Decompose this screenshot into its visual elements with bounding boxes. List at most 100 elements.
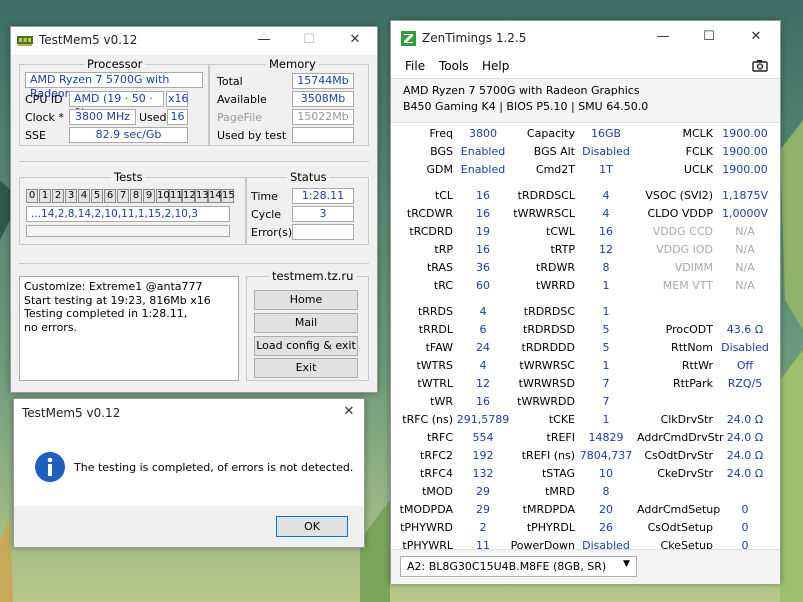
timing-label: tRDRDSD — [523, 323, 575, 336]
timing-label: Freq — [429, 127, 453, 140]
dialog-title: TestMem5 v0.12 — [22, 406, 121, 420]
timing-value: Disabled — [721, 341, 769, 354]
test-cell: 12 — [182, 189, 196, 203]
timing-label: tWRWRDD — [517, 395, 575, 408]
timing-label: tRFC (ns) — [402, 413, 453, 426]
home-button[interactable]: Home — [254, 290, 358, 310]
total-value: 15744Mb — [292, 73, 354, 89]
timing-label: tRDRDSC — [523, 305, 575, 318]
used-label: Used — [139, 111, 167, 124]
exit-button[interactable]: Exit — [254, 358, 358, 378]
timing-value: 14829 — [588, 431, 624, 444]
test-cell: 11 — [169, 189, 183, 203]
used-by-test-value — [292, 127, 354, 143]
timing-row: tRFC (ns) 291,5789 tCKE 1 ClkDrvStr 24.0 Ω — [391, 411, 780, 429]
divider — [19, 161, 369, 162]
menu-help[interactable]: Help — [482, 59, 509, 73]
board-info: B450 Gaming K4 | BIOS P5.10 | SMU 64.50.… — [403, 100, 649, 113]
timing-value: N/A — [735, 225, 755, 238]
menu-file[interactable]: File — [405, 59, 425, 73]
test-cell: 9 — [143, 189, 155, 203]
available-label: Available — [217, 93, 267, 106]
timing-label: tWTRS — [416, 359, 453, 372]
timing-value: 24.0 Ω — [726, 449, 764, 462]
timing-row: tPHYWRD 2 tPHYRDL 26 CsOdtSetup 0 — [391, 519, 780, 537]
timing-label: tRC — [433, 279, 453, 292]
timing-label: tMRD — [545, 485, 575, 498]
clock-value: 3800 MHz — [69, 109, 136, 125]
test-cell: 10 — [156, 189, 170, 203]
clock-label: Clock * — [25, 111, 64, 124]
timing-value: 1 — [602, 413, 610, 426]
test-cell: 14 — [208, 189, 222, 203]
test-cell: 6 — [104, 189, 116, 203]
log-area[interactable]: Customize: Extreme1 @anta777 Start testi… — [19, 276, 239, 381]
timing-label: tCWL — [546, 225, 575, 238]
timing-value: 1 — [602, 359, 610, 372]
timing-row: tMODPDA 29 tMRDPDA 20 AddrCmdSetup 0 — [391, 501, 780, 519]
load-config-exit-button[interactable]: Load config & exit — [254, 336, 358, 356]
timing-label: RttNom — [671, 341, 713, 354]
memory-chip-icon — [17, 36, 33, 46]
timing-value: 0 — [741, 503, 749, 516]
timing-label: tREFI — [546, 431, 575, 444]
timing-row: tRFC 554 tREFI 14829 AddrCmdDrvStr 24.0 Ω — [391, 429, 780, 447]
testmem-main-window: TestMem5 v0.12 — ☐ ✕ Processor AMD Ryzen… — [10, 26, 378, 393]
chevron-down-icon: ▼ — [623, 559, 630, 569]
cpuid-label: CPU ID — [25, 93, 63, 106]
test-cell: 1 — [39, 189, 51, 203]
close-button[interactable]: ✕ — [345, 31, 365, 49]
module-select[interactable]: A2: BL8G30C15U4B.M8FE (8GB, SR) ▼ — [400, 556, 637, 577]
module-select-value: A2: BL8G30C15U4B.M8FE (8GB, SR) — [407, 560, 607, 573]
window-title: ZenTimings 1.2.5 — [422, 31, 527, 45]
timing-value: 5 — [602, 341, 610, 354]
mail-button[interactable]: Mail — [254, 313, 358, 333]
timing-value: 43.6 Ω — [726, 323, 764, 336]
timing-label: RttPark — [672, 377, 713, 390]
timings-table: Freq 3800 Capacity 16GB MCLK 1900.00 BGS Enable… — [391, 125, 780, 552]
errors-value — [292, 224, 354, 240]
timing-value: 20 — [599, 503, 613, 516]
timing-label: tFAW — [425, 341, 453, 354]
timing-label: tMOD — [422, 485, 453, 498]
timing-row: GDM Enabled Cmd2T 1T UCLK 1900.00 — [391, 161, 780, 179]
minimize-button[interactable]: — — [254, 31, 274, 49]
timing-value: 8 — [602, 261, 610, 274]
timing-row: tRRDL 6 tRDRDSD 5 ProcODT 43.6 Ω — [391, 321, 780, 339]
timing-label: tCL — [434, 189, 453, 202]
dialog-close-button[interactable]: ✕ — [339, 403, 359, 421]
timing-row: tWTRL 12 tWRWRSD 7 RttPark RZQ/5 — [391, 375, 780, 393]
timing-label: tRRDS — [417, 305, 453, 318]
sse-value: 82.9 sec/Gb — [69, 127, 188, 143]
sse-label: SSE — [25, 129, 46, 142]
timing-label: CkeDrvStr — [657, 467, 713, 480]
ok-button[interactable]: OK — [276, 516, 348, 537]
timing-row: tFAW 24 tRDRDDD 5 RttNom Disabled — [391, 339, 780, 357]
timing-label: AddrCmdDrvStr — [637, 431, 724, 444]
minimize-button[interactable]: — — [653, 28, 673, 46]
processor-name: AMD Ryzen 7 5700G with Radeon — [25, 72, 203, 100]
menu-tools[interactable]: Tools — [439, 59, 469, 73]
title-bar: TestMem5 v0.12 — ☐ ✕ — [11, 27, 377, 55]
camera-icon[interactable] — [752, 59, 768, 72]
timing-row: tRRDS 4 tRDRDSC 1 — [391, 303, 780, 321]
timing-label: VSOC (SVI2) — [645, 189, 713, 202]
timing-value: 1,1875V — [721, 189, 768, 202]
errors-label: Error(s) — [251, 226, 293, 239]
close-button[interactable]: ✕ — [746, 28, 766, 46]
timing-label: tCKE — [548, 413, 575, 426]
timing-label: GDM — [426, 163, 454, 176]
log-line: Customize: Extreme1 @anta777 — [24, 280, 203, 293]
maximize-button[interactable]: ☐ — [699, 28, 719, 46]
timing-value: 7 — [602, 377, 610, 390]
timing-value: 26 — [599, 521, 613, 534]
maximize-button[interactable]: ☐ — [299, 31, 319, 49]
timing-value: 4 — [602, 189, 610, 202]
timing-label: tRDRDSCL — [517, 189, 575, 202]
timing-label: ProcODT — [665, 323, 713, 336]
test-cell: 4 — [78, 189, 90, 203]
timing-value: 24.0 Ω — [726, 467, 764, 480]
zentimings-logo-icon — [401, 31, 416, 46]
timing-value: 1,0000V — [721, 207, 768, 220]
timing-row: tRFC4 132 tSTAG 10 CkeDrvStr 24.0 Ω — [391, 465, 780, 483]
